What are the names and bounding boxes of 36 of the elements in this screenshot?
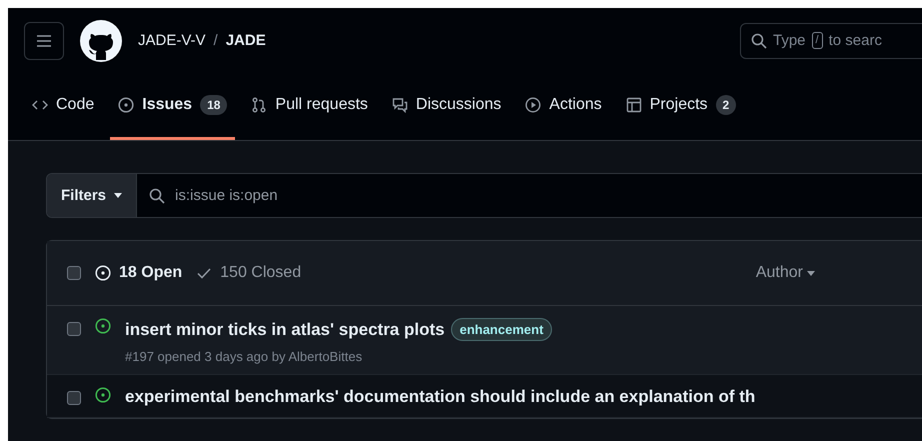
- repo-link[interactable]: JADE: [226, 32, 266, 49]
- count-badge: 2: [716, 95, 736, 115]
- discussion-icon: [392, 97, 408, 113]
- menu-button[interactable]: [24, 22, 64, 60]
- table-icon: [626, 97, 642, 113]
- issue-open-icon: [95, 265, 111, 281]
- repo-tab[interactable]: Discussions: [384, 73, 510, 140]
- author-dropdown[interactable]: Author: [750, 263, 821, 283]
- logo-icon[interactable]: [80, 20, 122, 62]
- repo-tab[interactable]: Issues 18: [110, 73, 236, 140]
- repo-tab[interactable]: Code: [24, 73, 102, 140]
- keyboard-key: /: [812, 32, 823, 49]
- search-field[interactable]: Type / to searc: [740, 22, 922, 58]
- menu-icon: [36, 34, 52, 48]
- issue-open-icon: [118, 97, 134, 113]
- issue-title-link[interactable]: insert minor ticks in atlas' spectra plots: [125, 320, 445, 340]
- pull-request-icon: [251, 97, 268, 113]
- repo-tab[interactable]: Projects 2: [618, 73, 744, 140]
- issue-checkbox[interactable]: [67, 322, 81, 336]
- issue-label[interactable]: enhancement: [450, 318, 552, 341]
- count-badge: 18: [200, 95, 228, 115]
- issue-checkbox[interactable]: [67, 391, 81, 405]
- issue-open-icon: [95, 387, 111, 403]
- closed-issues-link[interactable]: 150 Closed: [196, 264, 302, 282]
- caret-icon: [807, 270, 815, 276]
- search-icon: [751, 32, 767, 48]
- repo-tab[interactable]: Pull requests: [243, 73, 376, 140]
- issue-meta: #197 opened 3 days ago by AlbertoBittes: [125, 349, 364, 364]
- owner-link[interactable]: JADE-V-V: [138, 32, 206, 49]
- issue-open-icon: [95, 318, 111, 334]
- select-all-checkbox[interactable]: [67, 266, 81, 280]
- path-separator: /: [214, 32, 218, 49]
- repo-tab[interactable]: Actions: [517, 73, 610, 140]
- open-issues-link[interactable]: 18 Open: [95, 264, 182, 282]
- play-icon: [525, 97, 542, 113]
- issue-title-link[interactable]: experimental benchmarks' documentation should include an explanation of th: [125, 387, 756, 407]
